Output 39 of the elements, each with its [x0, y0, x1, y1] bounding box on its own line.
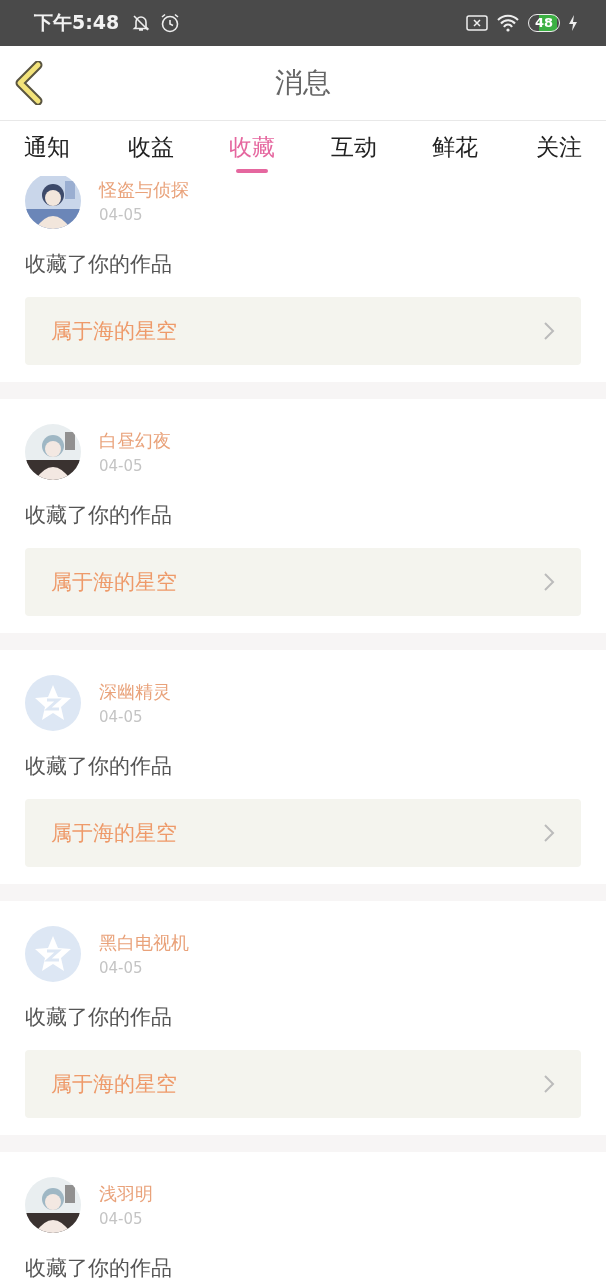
- chevron-right-icon: [543, 823, 555, 843]
- battery-indicator: 48: [527, 14, 560, 32]
- user-name[interactable]: 白昼幻夜: [99, 429, 171, 453]
- tab[interactable]: 鲜花: [404, 121, 506, 176]
- chevron-right-icon: [543, 1074, 555, 1094]
- user-name[interactable]: 黑白电视机: [99, 931, 189, 955]
- default-avatar-icon: [25, 675, 81, 731]
- sim-x-icon: [465, 14, 488, 32]
- message-text: 收藏了你的作品: [25, 502, 173, 528]
- user-name[interactable]: 深幽精灵: [99, 680, 171, 704]
- charging-icon: [568, 14, 578, 32]
- default-avatar-icon: [25, 926, 81, 982]
- tab[interactable]: 通知: [0, 121, 100, 176]
- message-text: 收藏了你的作品: [25, 251, 173, 277]
- work-link[interactable]: 属于海的星空: [25, 548, 581, 616]
- chevron-right-icon: [543, 572, 555, 592]
- tab[interactable]: 互动: [303, 121, 405, 176]
- bell-off-icon: [131, 13, 152, 33]
- work-link[interactable]: 属于海的星空: [25, 1050, 581, 1118]
- message-text: 收藏了你的作品: [25, 753, 173, 779]
- user-name[interactable]: 浅羽明: [99, 1182, 153, 1206]
- message-date: 04-05: [99, 1210, 144, 1228]
- wifi-icon: [495, 14, 520, 32]
- status-time: 下午5:48: [34, 10, 120, 35]
- chevron-right-icon: [543, 321, 555, 341]
- message-date: 04-05: [99, 708, 144, 726]
- message-text: 收藏了你的作品: [25, 1255, 173, 1280]
- message-date: 04-05: [99, 959, 144, 977]
- message-date: 04-05: [99, 206, 144, 224]
- work-link[interactable]: 属于海的星空: [25, 799, 581, 867]
- message-text: 收藏了你的作品: [25, 1004, 173, 1030]
- work-link[interactable]: 属于海的星空: [25, 297, 581, 365]
- tab[interactable]: 关注: [505, 121, 606, 176]
- message-date: 04-05: [99, 457, 144, 475]
- tab[interactable]: 收藏: [201, 121, 303, 176]
- page-title: 消息: [275, 65, 331, 101]
- user-name[interactable]: 怪盗与侦探: [99, 178, 189, 202]
- tab[interactable]: 收益: [100, 121, 202, 176]
- back-icon[interactable]: [14, 61, 44, 105]
